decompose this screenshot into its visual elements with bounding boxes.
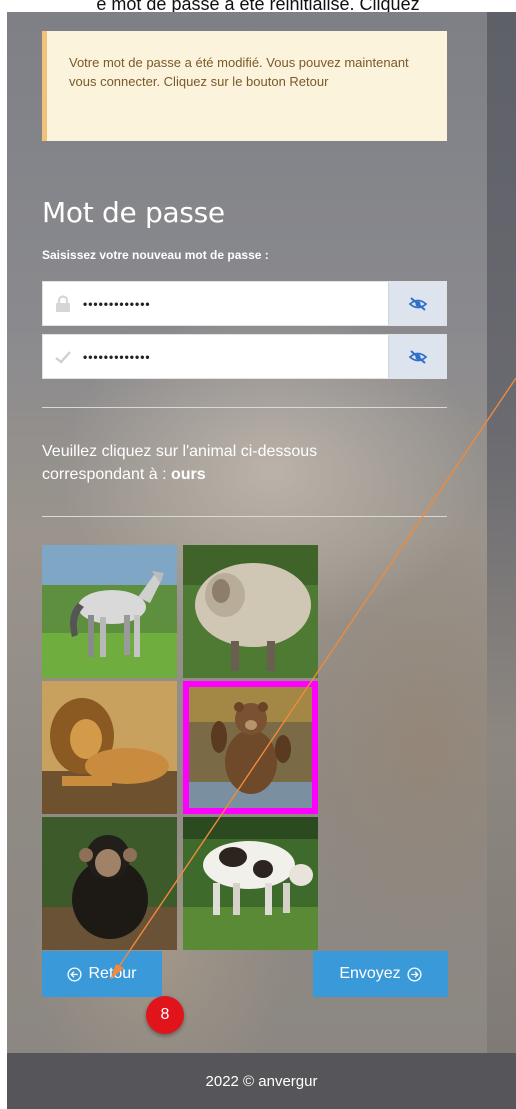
success-alert: Votre mot de passe a été modifié. Vous p… bbox=[42, 31, 447, 141]
alert-message: Votre mot de passe a été modifié. Vous p… bbox=[69, 55, 409, 89]
submit-button-label: Envoyez bbox=[339, 965, 401, 982]
check-icon bbox=[43, 350, 83, 364]
captcha-image-grid bbox=[42, 545, 318, 950]
captcha-target: ours bbox=[170, 466, 206, 483]
eye-slash-icon bbox=[408, 296, 427, 311]
divider bbox=[42, 516, 447, 517]
new-password-field[interactable]: ••••••••••••• bbox=[42, 281, 447, 326]
back-button-label: Retour bbox=[88, 965, 137, 982]
submit-button[interactable]: Envoyez bbox=[313, 951, 448, 997]
captcha-image-bear[interactable] bbox=[183, 681, 318, 814]
background-right-strip bbox=[487, 12, 516, 1055]
arrow-left-circle-icon bbox=[67, 966, 83, 982]
toggle-visibility-button[interactable] bbox=[388, 282, 446, 325]
arrow-right-circle-icon bbox=[407, 966, 422, 982]
captcha-image-chimpanzee[interactable] bbox=[42, 817, 177, 950]
new-password-input[interactable]: ••••••••••••• bbox=[83, 297, 388, 311]
captcha-image-cow[interactable] bbox=[183, 817, 318, 950]
eye-slash-icon bbox=[408, 349, 427, 364]
page-footer: 2022 © anvergur bbox=[7, 1053, 516, 1109]
captcha-image-sheep[interactable] bbox=[183, 545, 318, 678]
password-instruction: Saisissez votre nouveau mot de passe : bbox=[42, 248, 269, 262]
back-button[interactable]: Retour bbox=[42, 951, 162, 997]
lock-icon bbox=[43, 294, 83, 313]
captcha-image-lion[interactable] bbox=[42, 681, 177, 814]
toggle-visibility-button[interactable] bbox=[388, 335, 446, 378]
confirm-password-field[interactable]: ••••••••••••• bbox=[42, 334, 447, 379]
confirm-password-input[interactable]: ••••••••••••• bbox=[83, 350, 388, 364]
divider bbox=[42, 407, 447, 408]
captcha-image-horse[interactable] bbox=[42, 545, 177, 678]
footer-text: 2022 © anvergur bbox=[205, 1072, 318, 1090]
captcha-instruction: Veuillez cliquez sur l'animal ci-dessous… bbox=[42, 440, 422, 486]
step-badge: 8 bbox=[146, 996, 184, 1034]
page-title: Mot de passe bbox=[42, 196, 225, 229]
